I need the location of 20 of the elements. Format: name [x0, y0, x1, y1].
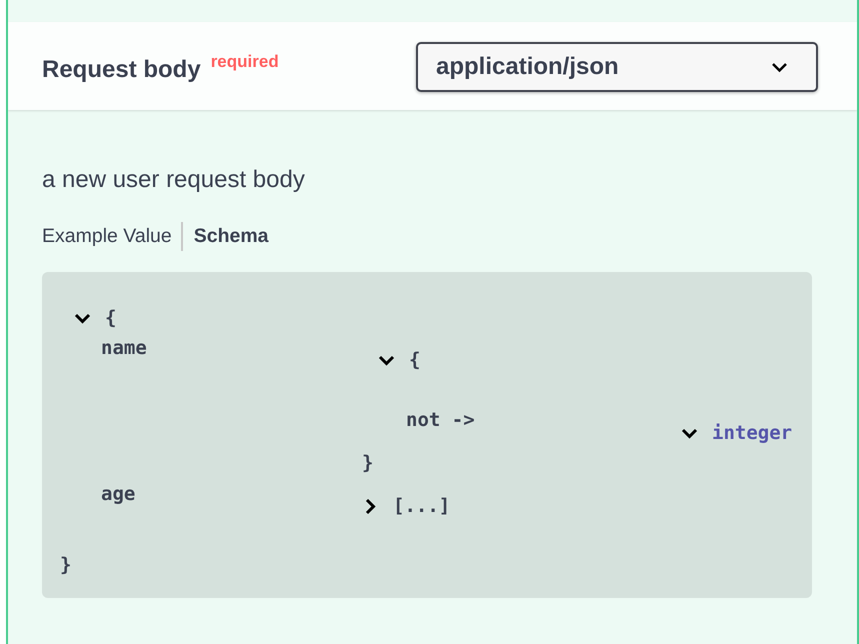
required-label: required: [210, 52, 279, 70]
tab[interactable]: Schema: [194, 221, 269, 251]
chevron-down-icon[interactable]: [681, 428, 698, 438]
content-type-select[interactable]: application/json: [416, 42, 818, 92]
property-name: age: [101, 482, 136, 506]
chevron-down-icon[interactable]: [74, 312, 91, 324]
property-name: name: [101, 336, 147, 360]
chevron-down-icon[interactable]: [378, 354, 395, 366]
chevron-right-icon[interactable]: [365, 498, 376, 514]
open-brace: {: [105, 306, 116, 330]
close-brace: }: [60, 553, 72, 577]
open-brace: {: [409, 348, 420, 372]
close-brace: }: [362, 451, 374, 475]
tab[interactable]: Example Value: [42, 221, 172, 251]
chevron-down-icon: [771, 62, 788, 72]
description-text: a new user request body: [42, 165, 306, 195]
collapsed-value: [...]: [393, 494, 450, 518]
type-label: integer: [712, 421, 792, 445]
property-name: not ->: [406, 408, 475, 432]
section-title: Request body: [42, 56, 201, 82]
